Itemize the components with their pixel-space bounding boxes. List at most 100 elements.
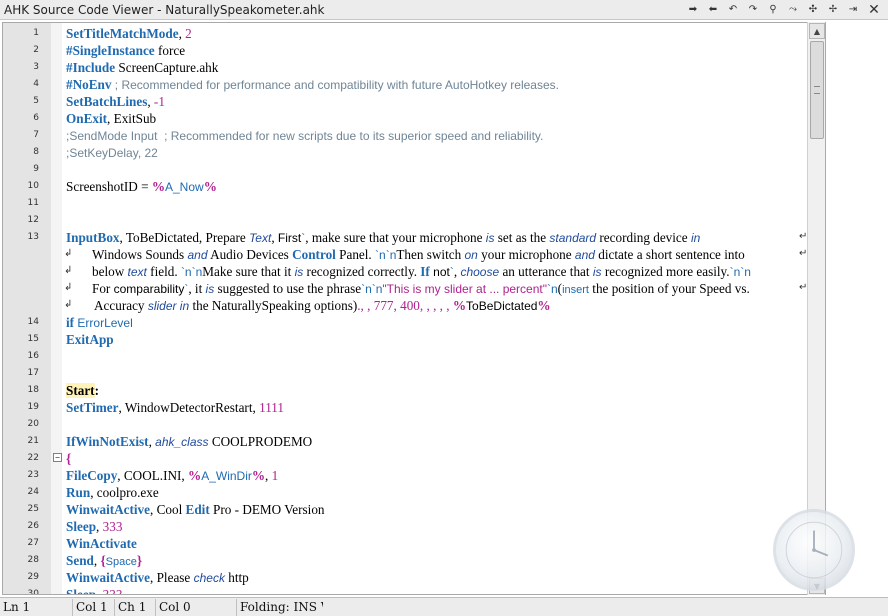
token: , ToBeDictated, Prepare (119, 230, 250, 245)
number-token: 333 (102, 587, 123, 595)
line-number: 25 (27, 504, 39, 514)
code-line: 8 ;SetKeyDelay, 22 (3, 144, 808, 161)
code-line: 16 (3, 348, 808, 365)
title-bar: AHK Source Code Viewer - NaturallySpeako… (0, 0, 888, 20)
command-token: InputBox (66, 230, 120, 245)
find-next-icon[interactable]: ⤳ (784, 2, 802, 18)
line-number: 27 (27, 538, 39, 548)
line-number: 20 (27, 419, 39, 429)
code-line: 5 SetBatchLines, -1 (3, 93, 808, 110)
token: below (92, 264, 128, 279)
keyword-token: on (464, 248, 478, 262)
code-text: Sleep, 333 (66, 518, 122, 535)
command-token: Run (66, 485, 91, 500)
token: force (154, 43, 186, 58)
code-text: #SingleInstance force (66, 42, 185, 59)
command-token: Sleep (66, 519, 97, 534)
code-text: below text field. `n`nMake sure that it … (92, 263, 751, 280)
line-number: 30 (27, 589, 39, 595)
percent-token: % (151, 179, 165, 194)
token: recognized correctly. (303, 264, 421, 279)
keyword-token: standard (549, 231, 597, 245)
command-token: IfWinNotExist (66, 434, 149, 449)
command-token: Send (66, 553, 94, 568)
escape-token: `n (547, 282, 558, 296)
code-text: For comparability`, it is suggested to u… (92, 280, 750, 297)
scroll-up-icon[interactable]: ▲ (809, 23, 825, 39)
percent-token: % (251, 468, 266, 483)
token: suggested to use the phrase (214, 281, 362, 296)
token: Pro - DEMO Version (209, 502, 325, 517)
line-number: 19 (27, 402, 39, 412)
command-token: Sleep (66, 587, 97, 595)
escape-token: `n`n (375, 248, 397, 262)
key-token: Space (105, 556, 137, 568)
keyword-token: text (127, 265, 147, 279)
number-token: 1 (271, 468, 279, 483)
token: For (92, 281, 114, 296)
code-line: 3 #Include ScreenCapture.ahk (3, 59, 808, 76)
code-line: 23 FileCopy, COOL.INI, %A_WinDir%, 1 (3, 467, 808, 484)
code-line: 12 (3, 212, 808, 229)
arrow-right-icon[interactable]: ➡ (684, 2, 702, 18)
code-line: 6 OnExit, ExitSub (3, 110, 808, 127)
close-icon[interactable]: ✕ (864, 2, 884, 18)
number-token: -1 (153, 94, 165, 109)
command-token: OnExit (66, 111, 108, 126)
code-text: SetTitleMatchMode, 2 (66, 25, 192, 42)
percent-token: % (203, 179, 217, 194)
comment-token: ;SetKeyDelay, 22 (66, 146, 158, 160)
code-area[interactable]: 1 SetTitleMatchMode, 2 2 #SingleInstance… (3, 23, 808, 594)
code-line: 1 SetTitleMatchMode, 2 (3, 25, 808, 42)
code-line: 10 ScreenshotID = %A_Now% (3, 178, 808, 195)
redo-icon[interactable]: ↷ (744, 2, 762, 18)
code-line-wrap: ↲ Accuracy slider in the NaturallySpeaki… (3, 297, 808, 314)
code-text: Run, coolpro.exe (66, 484, 159, 501)
percent-token: % (537, 298, 551, 313)
expand-icon[interactable]: ✣ (804, 2, 822, 18)
line-number: 10 (27, 181, 39, 191)
indent-icon[interactable]: ⇥ (844, 2, 862, 18)
command-token: Edit (185, 502, 210, 517)
escape-token: `n`n (729, 265, 751, 279)
line-number: 9 (33, 164, 39, 174)
code-text: IfWinNotExist, ahk_class COOLPRODEMO (66, 433, 312, 450)
wrap-indicator-icon: ↲ (64, 282, 73, 293)
line-number: 18 (27, 385, 39, 395)
code-text: if ErrorLevel (66, 314, 133, 331)
collapse-icon[interactable]: ✢ (824, 2, 842, 18)
code-text: WinwaitActive, Cool Edit Pro - DEMO Vers… (66, 501, 325, 518)
keyword-token: slider (147, 299, 177, 313)
window-title: AHK Source Code Viewer - NaturallySpeako… (4, 2, 325, 17)
code-text: SetBatchLines, -1 (66, 93, 165, 110)
find-icon[interactable]: ⚲ (764, 2, 782, 18)
code-text: InputBox, ToBeDictated, Prepare Text, Fi… (66, 229, 700, 246)
command-token: Control (292, 247, 336, 262)
variable-token: ErrorLevel (74, 316, 133, 330)
command-token: WinwaitActive (66, 502, 150, 517)
token: field. (146, 264, 181, 279)
scrollbar-thumb[interactable] (810, 41, 824, 139)
command-token: WinwaitActive (66, 570, 150, 585)
line-number: 17 (27, 368, 39, 378)
number-token: 400 (400, 298, 420, 313)
code-line: 21 IfWinNotExist, ahk_class COOLPRODEMO (3, 433, 808, 450)
status-bar: Ln 1 Col 1 Ch 1 Col 0 Folding: INS WRAP (0, 597, 888, 616)
fold-toggle-icon[interactable]: − (53, 453, 62, 462)
directive-token: #Include (66, 60, 116, 75)
variable-token: A_WinDir (201, 469, 252, 483)
line-number: 21 (27, 436, 39, 446)
punct-token: ., , (357, 298, 374, 313)
wrap-indicator-icon: ↲ (64, 299, 73, 310)
number-token: 2 (185, 26, 192, 41)
undo-icon[interactable]: ↶ (724, 2, 742, 18)
status-column: Col 1 (73, 599, 115, 616)
clock-icon (773, 509, 855, 591)
arrow-left-icon[interactable]: ⬅ (704, 2, 722, 18)
code-line: 26 Sleep, 333 (3, 518, 808, 535)
code-editor[interactable]: 1 SetTitleMatchMode, 2 2 #SingleInstance… (2, 22, 826, 595)
token: recognized more easily. (601, 264, 730, 279)
command-token: ExitApp (66, 332, 114, 347)
brace-token: { (66, 451, 72, 466)
code-line: 4 #NoEnv ; Recommended for performance a… (3, 76, 808, 93)
